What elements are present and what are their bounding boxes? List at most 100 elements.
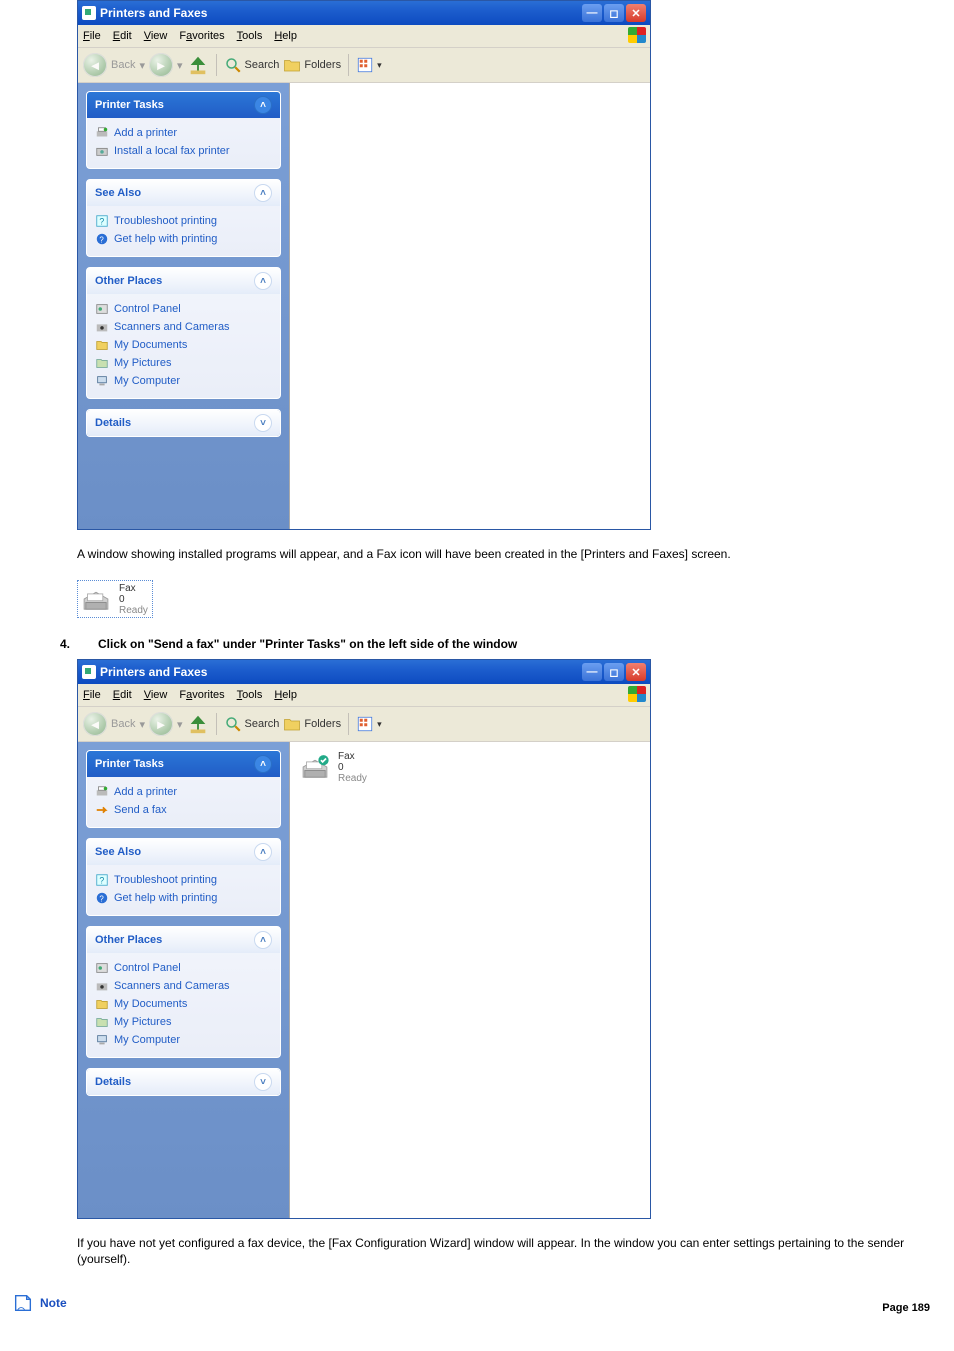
link-my-pictures[interactable]: My Pictures (95, 354, 272, 372)
link-get-help[interactable]: ? Get help with printing (95, 889, 272, 907)
collapse-icon[interactable]: ˄ (254, 843, 272, 861)
pane-details: Details ˅ (86, 1068, 281, 1096)
note-icon (12, 1292, 34, 1314)
minimize-button[interactable]: — (582, 4, 602, 22)
task-label: Troubleshoot printing (114, 215, 217, 227)
menu-help[interactable]: Help (274, 689, 297, 701)
link-my-pictures[interactable]: My Pictures (95, 1013, 272, 1031)
back-label: Back (111, 59, 135, 71)
up-icon[interactable] (187, 713, 209, 735)
pane-other-places: Other Places ˄ Control Panel Scanners an… (86, 267, 281, 399)
titlebar[interactable]: Printers and Faxes — ◻ ✕ (78, 1, 650, 25)
link-my-documents[interactable]: My Documents (95, 336, 272, 354)
search-button[interactable]: Search (224, 56, 280, 74)
expand-icon[interactable]: ˅ (254, 414, 272, 432)
task-label: My Pictures (114, 357, 171, 369)
up-icon[interactable] (187, 54, 209, 76)
fax-printer-item[interactable]: Fax 0 Ready (298, 750, 642, 784)
task-send-fax[interactable]: Send a fax (95, 801, 272, 819)
maximize-button[interactable]: ◻ (604, 4, 624, 22)
link-troubleshoot[interactable]: ? Troubleshoot printing (95, 212, 272, 230)
collapse-icon[interactable]: ˄ (254, 272, 272, 290)
help-icon: ? (95, 214, 109, 228)
collapse-icon[interactable]: ˄ (254, 184, 272, 202)
menubar: File Edit View Favorites Tools Help (78, 25, 650, 48)
link-my-documents[interactable]: My Documents (95, 995, 272, 1013)
menu-tools[interactable]: Tools (237, 689, 263, 701)
pictures-icon (95, 1015, 109, 1029)
task-label: Send a fax (114, 804, 167, 816)
menu-favorites[interactable]: Favorites (179, 689, 224, 701)
task-label: Get help with printing (114, 892, 217, 904)
menu-edit[interactable]: Edit (113, 689, 132, 701)
link-control-panel[interactable]: Control Panel (95, 300, 272, 318)
task-label: Add a printer (114, 127, 177, 139)
minimize-button[interactable]: — (582, 663, 602, 681)
camera-icon (95, 979, 109, 993)
folders-button[interactable]: Folders (283, 715, 341, 733)
collapse-icon[interactable]: ˄ (254, 931, 272, 949)
link-my-computer[interactable]: My Computer (95, 1031, 272, 1049)
maximize-button[interactable]: ◻ (604, 663, 624, 681)
close-button[interactable]: ✕ (626, 4, 646, 22)
computer-icon (95, 374, 109, 388)
task-install-fax[interactable]: Install a local fax printer (95, 142, 272, 160)
printer-icon (95, 126, 109, 140)
close-button[interactable]: ✕ (626, 663, 646, 681)
search-label: Search (245, 59, 280, 71)
task-add-printer[interactable]: Add a printer (95, 783, 272, 801)
menu-favorites[interactable]: Favorites (179, 30, 224, 42)
folders-label: Folders (304, 718, 341, 730)
back-dropdown[interactable]: ▾ (139, 718, 145, 731)
link-get-help[interactable]: ? Get help with printing (95, 230, 272, 248)
paragraph-2: If you have not yet configured a fax dev… (77, 1235, 907, 1267)
menu-tools[interactable]: Tools (237, 30, 263, 42)
back-button[interactable]: ◄ (83, 712, 107, 736)
fax-docs: 0 (338, 762, 367, 773)
window-printers-faxes-1: Printers and Faxes — ◻ ✕ File Edit View … (77, 0, 651, 530)
fax-icon-sample: Fax 0 Ready (77, 580, 153, 618)
fax-status: Ready (338, 773, 367, 784)
pane-details: Details ˅ (86, 409, 281, 437)
task-add-printer[interactable]: Add a printer (95, 124, 272, 142)
link-scanners-cameras[interactable]: Scanners and Cameras (95, 977, 272, 995)
menu-help[interactable]: Help (274, 30, 297, 42)
pane-title: Printer Tasks (95, 99, 164, 111)
collapse-icon[interactable]: ˄ (254, 96, 272, 114)
forward-button[interactable]: ► (149, 712, 173, 736)
control-panel-icon (95, 302, 109, 316)
forward-button[interactable]: ► (149, 53, 173, 77)
link-troubleshoot[interactable]: ? Troubleshoot printing (95, 871, 272, 889)
back-button[interactable]: ◄ (83, 53, 107, 77)
task-label: My Pictures (114, 1016, 171, 1028)
pane-title: Details (95, 417, 131, 429)
folders-button[interactable]: Folders (283, 56, 341, 74)
pane-other-places: Other Places ˄ Control Panel Scanners an… (86, 926, 281, 1058)
views-button[interactable]: ▾ (356, 715, 382, 733)
task-label: Control Panel (114, 962, 181, 974)
search-button[interactable]: Search (224, 715, 280, 733)
back-dropdown[interactable]: ▾ (139, 59, 145, 72)
task-label: My Documents (114, 339, 187, 351)
titlebar[interactable]: Printers and Faxes — ◻ ✕ (78, 660, 650, 684)
window-title: Printers and Faxes (100, 6, 207, 20)
forward-dropdown[interactable]: ▾ (177, 59, 183, 72)
task-label: My Computer (114, 375, 180, 387)
svg-text:?: ? (99, 217, 104, 227)
menu-view[interactable]: View (144, 689, 168, 701)
forward-dropdown[interactable]: ▾ (177, 718, 183, 731)
menu-edit[interactable]: Edit (113, 30, 132, 42)
task-label: Install a local fax printer (114, 145, 230, 157)
fax-status: Ready (119, 605, 148, 616)
link-scanners-cameras[interactable]: Scanners and Cameras (95, 318, 272, 336)
link-control-panel[interactable]: Control Panel (95, 959, 272, 977)
link-my-computer[interactable]: My Computer (95, 372, 272, 390)
views-button[interactable]: ▾ (356, 56, 382, 74)
main-view (289, 83, 650, 529)
menu-file[interactable]: File (83, 689, 101, 701)
menu-file[interactable]: File (83, 30, 101, 42)
collapse-icon[interactable]: ˄ (254, 755, 272, 773)
task-label: My Documents (114, 998, 187, 1010)
expand-icon[interactable]: ˅ (254, 1073, 272, 1091)
menu-view[interactable]: View (144, 30, 168, 42)
